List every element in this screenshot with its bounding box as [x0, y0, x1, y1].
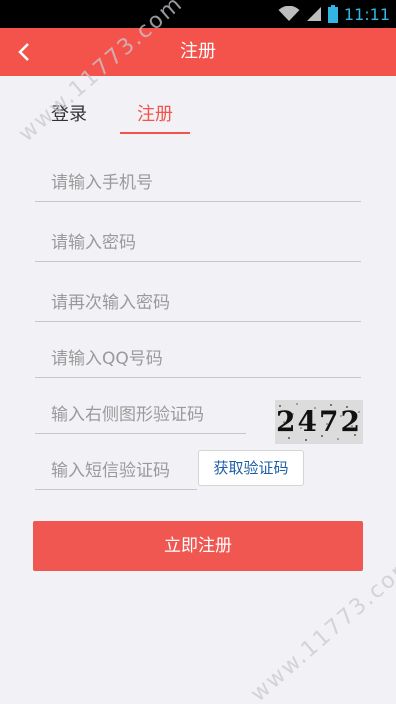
wifi-icon	[278, 6, 300, 21]
confirm-password-input[interactable]	[35, 278, 361, 321]
captcha-code: 2472	[276, 405, 362, 438]
get-code-button[interactable]: 获取验证码	[198, 450, 304, 486]
captcha-input[interactable]	[35, 390, 246, 433]
signal-icon	[306, 7, 321, 21]
phone-field-container	[35, 158, 361, 202]
status-bar: 11:11	[0, 0, 396, 28]
tab-register[interactable]: 注册	[120, 100, 190, 134]
captcha-field-container	[35, 390, 246, 434]
status-icons: 11:11	[278, 0, 390, 28]
page-title: 注册	[180, 41, 216, 62]
phone-input[interactable]	[35, 158, 361, 201]
register-button[interactable]: 立即注册	[33, 521, 363, 571]
captcha-image[interactable]: 2472	[275, 400, 363, 444]
password-input[interactable]	[35, 218, 361, 261]
qq-input[interactable]	[35, 334, 361, 377]
sms-field-container	[35, 446, 197, 490]
sms-code-input[interactable]	[35, 446, 197, 489]
qq-field-container	[35, 334, 361, 378]
battery-icon	[327, 5, 338, 23]
app-bar: 注册	[0, 28, 396, 76]
tab-login[interactable]: 登录	[50, 100, 88, 134]
confirm-password-field-container	[35, 278, 361, 322]
password-field-container	[35, 218, 361, 262]
watermark-bottom: www.11773.com	[246, 550, 396, 704]
status-time: 11:11	[343, 4, 390, 24]
